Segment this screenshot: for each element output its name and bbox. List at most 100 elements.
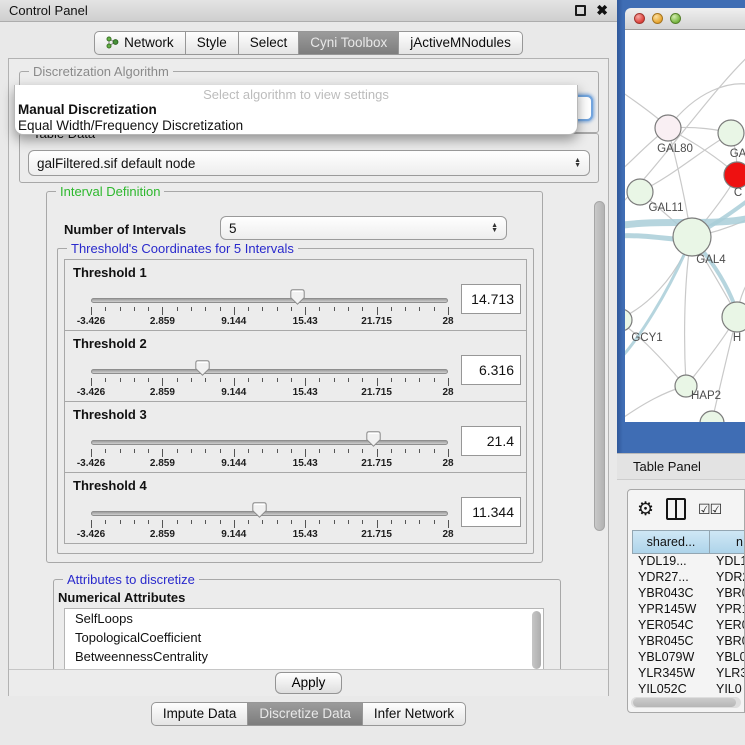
threshold-slider-track[interactable]	[91, 298, 448, 303]
apply-button[interactable]: Apply	[275, 672, 343, 694]
tab-style[interactable]: Style	[186, 31, 239, 55]
tab-network[interactable]: Network	[94, 31, 186, 55]
threshold-slider-thumb[interactable]	[366, 431, 381, 447]
algorithm-option-equal-width[interactable]: Equal Width/Frequency Discretization	[15, 118, 577, 134]
number-of-intervals-label: Number of Intervals	[64, 222, 186, 237]
table-cell[interactable]: YPR145W	[632, 602, 710, 618]
tick-mark	[191, 378, 192, 382]
close-icon[interactable]: ✖	[596, 5, 608, 16]
interval-definition-label: Interval Definition	[56, 184, 164, 199]
column-layout-icon[interactable]	[666, 498, 686, 520]
table-data-group: Table Data galFiltered.sif default node …	[19, 133, 599, 183]
attribute-item-betweennesscentrality[interactable]: BetweennessCentrality	[65, 647, 543, 666]
minimize-traffic-light-icon[interactable]	[652, 13, 663, 24]
attributes-list-scrollbar[interactable]	[532, 611, 541, 669]
slider-ticks	[91, 307, 448, 315]
panel-scrollbar[interactable]	[594, 201, 605, 531]
tab-impute-data[interactable]: Impute Data	[151, 702, 249, 726]
threshold-slider-thumb[interactable]	[195, 360, 210, 376]
zoom-traffic-light-icon[interactable]	[670, 13, 681, 24]
tick-mark	[134, 520, 135, 524]
network-node-gal4[interactable]	[673, 218, 711, 256]
tab-discretize-data-label: Discretize Data	[259, 706, 351, 721]
table-data-combobox[interactable]: galFiltered.sif default node ▲▼	[28, 150, 590, 176]
tab-infer-network[interactable]: Infer Network	[363, 702, 466, 726]
threshold-slider-thumb[interactable]	[290, 289, 305, 305]
table-row[interactable]: YIL052CYIL0	[632, 682, 745, 698]
column-header-shared[interactable]: shared...	[632, 530, 710, 554]
scale-label: 28	[442, 387, 453, 398]
number-of-intervals-combobox[interactable]: 5 ▲▼	[220, 216, 507, 240]
table-hscrollbar-thumb[interactable]	[633, 698, 736, 707]
float-window-icon[interactable]	[575, 5, 586, 16]
table-cell[interactable]: YDL1	[710, 554, 745, 570]
tick-mark	[162, 378, 163, 386]
tick-mark	[105, 378, 106, 382]
table-cell[interactable]: YPR1	[710, 602, 745, 618]
attribute-item-selfloops[interactable]: SelfLoops	[65, 609, 543, 628]
tab-select[interactable]: Select	[239, 31, 300, 55]
table-cell[interactable]: YER054C	[632, 618, 710, 634]
table-row[interactable]: YDR27...YDR2	[632, 570, 745, 586]
column-header-n[interactable]: n	[710, 530, 745, 554]
scale-label: 21.715	[361, 387, 392, 398]
threshold-value-box[interactable]: 14.713	[461, 284, 521, 314]
tab-jactivemnodules[interactable]: jActiveMNodules	[399, 31, 523, 55]
network-view-canvas[interactable]: GAL80GACGAL11GAL4HGCY1HAP2	[625, 30, 745, 422]
threshold-value-box[interactable]: 6.316	[461, 355, 521, 385]
control-panel-titlebar: Control Panel ✖	[0, 0, 617, 22]
table-row[interactable]: YBL079WYBL0	[632, 650, 745, 666]
table-row[interactable]: YBR045CYBR0	[632, 634, 745, 650]
algorithm-option-manual[interactable]: Manual Discretization	[15, 102, 577, 118]
gear-icon[interactable]: ⚙	[637, 500, 654, 519]
table-row[interactable]: YPR145WYPR1	[632, 602, 745, 618]
threshold-value-box[interactable]: 11.344	[461, 497, 521, 527]
threshold-slider-track[interactable]	[91, 440, 448, 445]
checkbox-icons[interactable]: ☑☑	[698, 501, 721, 518]
threshold-value-box[interactable]: 21.4	[461, 426, 521, 456]
table-row[interactable]: YLR345WYLR3	[632, 666, 745, 682]
table-cell[interactable]: YBR043C	[632, 586, 710, 602]
algorithm-dropdown-popup: Select algorithm to view settings Manual…	[14, 85, 578, 135]
tick-mark	[248, 520, 249, 524]
slider-scale-labels: -3.4262.8599.14415.4321.71528	[91, 458, 448, 469]
network-graph: GAL80GACGAL11GAL4HGCY1HAP2	[625, 30, 745, 422]
network-node-ga[interactable]	[718, 120, 744, 146]
table-row[interactable]: YBR043CYBR0	[632, 586, 745, 602]
table-cell[interactable]: YDR27...	[632, 570, 710, 586]
table-cell[interactable]: YBR045C	[632, 634, 710, 650]
threshold-slider-track[interactable]	[91, 511, 448, 516]
tick-mark	[220, 307, 221, 311]
table-cell[interactable]: YBL079W	[632, 650, 710, 666]
tab-discretize-data[interactable]: Discretize Data	[248, 702, 363, 726]
table-cell[interactable]: YBL0	[710, 650, 745, 666]
table-cell[interactable]: YIL0	[710, 682, 745, 698]
close-traffic-light-icon[interactable]	[634, 13, 645, 24]
threshold-panel-3: Threshold 3-3.4262.8599.14415.4321.71528…	[64, 401, 527, 473]
tick-mark	[419, 307, 420, 311]
threshold-slider-thumb[interactable]	[252, 502, 267, 518]
tab-style-label: Style	[197, 35, 227, 50]
table-panel-inner: ⚙ ☑☑ shared...nYDL19...YDL1YDR27...YDR2Y…	[627, 489, 745, 713]
table-row[interactable]: YDL19...YDL1	[632, 554, 745, 570]
table-cell[interactable]: YDR2	[710, 570, 745, 586]
table-cell[interactable]: YLR3	[710, 666, 745, 682]
tab-cyni-toolbox[interactable]: Cyni Toolbox	[299, 31, 399, 55]
tick-mark	[405, 520, 406, 524]
threshold-slider-track[interactable]	[91, 369, 448, 374]
table-row[interactable]: YER054CYER0	[632, 618, 745, 634]
threshold-name: Threshold 1	[73, 265, 147, 280]
network-node-partial[interactable]	[700, 411, 724, 422]
table-cell[interactable]: YBR0	[710, 634, 745, 650]
table-cell[interactable]: YDL19...	[632, 554, 710, 570]
table-cell[interactable]: YLR345W	[632, 666, 710, 682]
apply-row: Apply	[9, 669, 608, 696]
attribute-item-topologicalcoefficient[interactable]: TopologicalCoefficient	[65, 628, 543, 647]
network-node-c[interactable]	[724, 162, 745, 188]
table-cell[interactable]: YER0	[710, 618, 745, 634]
network-node-h[interactable]	[722, 302, 745, 332]
network-node-gal80[interactable]	[655, 115, 681, 141]
bottom-tab-bar: Impute Data Discretize Data Infer Network	[0, 702, 617, 726]
table-cell[interactable]: YBR0	[710, 586, 745, 602]
table-cell[interactable]: YIL052C	[632, 682, 710, 698]
